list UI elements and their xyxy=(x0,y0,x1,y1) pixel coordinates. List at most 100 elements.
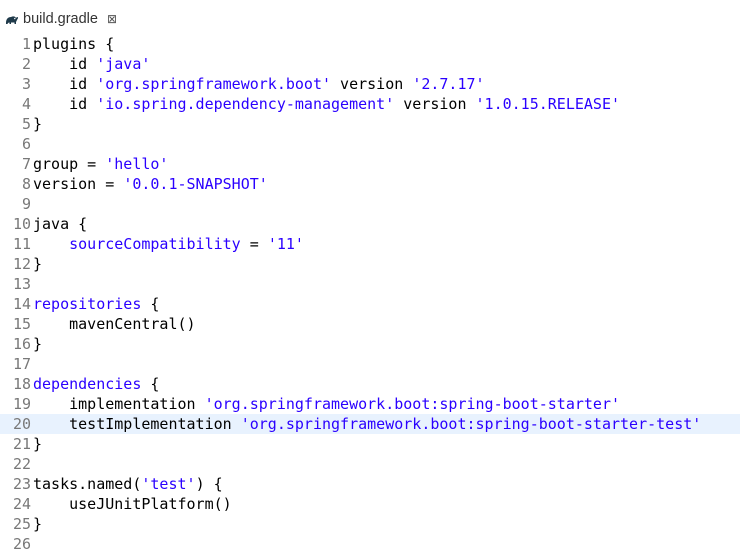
code-line[interactable]: 3 id 'org.springframework.boot' version … xyxy=(0,74,740,94)
code-text: sourceCompatibility = '11' xyxy=(33,234,304,254)
line-number: 22 xyxy=(12,455,31,473)
code-text: group = 'hello' xyxy=(33,154,168,174)
tab-build-gradle[interactable]: build.gradle ⊠ xyxy=(0,4,135,34)
code-line[interactable]: 17 xyxy=(0,354,740,374)
code-token: id xyxy=(33,75,97,93)
line-number: 7 xyxy=(21,155,31,173)
line-number: 5 xyxy=(21,115,31,133)
string-token: 'hello' xyxy=(105,155,169,173)
code-text: dependencies { xyxy=(33,374,159,394)
close-icon[interactable]: ⊠ xyxy=(107,13,117,25)
string-token: 'org.springframework.boot:spring-boot-st… xyxy=(204,395,621,413)
code-token: } xyxy=(33,335,43,353)
code-text: } xyxy=(33,114,42,134)
string-token: 'test' xyxy=(141,475,196,493)
code-token: id xyxy=(33,95,97,113)
code-text: mavenCentral() xyxy=(33,314,196,334)
code-line[interactable]: 8 version = '0.0.1-SNAPSHOT' xyxy=(0,174,740,194)
string-token: sourceCompatibility xyxy=(33,235,241,253)
line-number: 3 xyxy=(21,75,31,93)
editor-tab-bar: build.gradle ⊠ xyxy=(0,0,740,34)
line-number: 1 xyxy=(21,35,31,53)
code-line[interactable]: 9 xyxy=(0,194,740,214)
line-number: 23 xyxy=(12,475,31,493)
code-text: id 'io.spring.dependency-management' ver… xyxy=(33,94,620,114)
code-token: version = xyxy=(33,175,124,193)
line-number: 11 xyxy=(12,235,31,253)
code-token: group = xyxy=(33,155,106,173)
code-text: id 'java' xyxy=(33,54,150,74)
code-line[interactable]: 20 testImplementation 'org.springframewo… xyxy=(0,414,740,434)
code-line[interactable]: 23 tasks.named('test') { xyxy=(0,474,740,494)
code-token: useJUnitPlatform() xyxy=(33,495,232,513)
code-token: mavenCentral() xyxy=(33,315,196,333)
string-token: '2.7.17' xyxy=(412,75,485,93)
gradle-elephant-icon xyxy=(4,11,20,27)
string-token: '11' xyxy=(267,235,304,253)
code-token: version xyxy=(394,95,476,113)
line-number: 21 xyxy=(12,435,31,453)
string-token: '1.0.15.RELEASE' xyxy=(475,95,621,113)
code-text: version = '0.0.1-SNAPSHOT' xyxy=(33,174,268,194)
line-number: 2 xyxy=(21,55,31,73)
line-number: 26 xyxy=(12,535,31,553)
code-line[interactable]: 22 xyxy=(0,454,740,474)
code-token: { xyxy=(141,295,160,313)
code-line[interactable]: 19 implementation 'org.springframework.b… xyxy=(0,394,740,414)
code-text: repositories { xyxy=(33,294,159,314)
code-line[interactable]: 2 id 'java' xyxy=(0,54,740,74)
code-editor[interactable]: 1 plugins {2 id 'java' 3 id 'org.springfra… xyxy=(0,33,740,555)
code-line[interactable]: 15 mavenCentral() xyxy=(0,314,740,334)
code-token: ) { xyxy=(195,475,223,493)
code-line[interactable]: 6 xyxy=(0,134,740,154)
code-line[interactable]: 13 xyxy=(0,274,740,294)
code-line[interactable]: 12} xyxy=(0,254,740,274)
line-number: 16 xyxy=(12,335,31,353)
code-text: } xyxy=(33,334,42,354)
code-line[interactable]: 11 sourceCompatibility = '11' xyxy=(0,234,740,254)
code-token: testImplementation xyxy=(33,415,241,433)
line-number: 18 xyxy=(12,375,31,393)
code-text: id 'org.springframework.boot' version '2… xyxy=(33,74,485,94)
code-line[interactable]: 5} xyxy=(0,114,740,134)
code-line[interactable]: 18 dependencies { xyxy=(0,374,740,394)
line-number: 17 xyxy=(12,355,31,373)
line-number: 4 xyxy=(21,95,31,113)
code-token: version xyxy=(331,75,413,93)
line-number: 15 xyxy=(12,315,31,333)
code-text: tasks.named('test') { xyxy=(33,474,223,494)
code-token: java { xyxy=(33,215,88,233)
line-number: 19 xyxy=(12,395,31,413)
string-token: dependencies xyxy=(33,375,142,393)
code-text: implementation 'org.springframework.boot… xyxy=(33,394,620,414)
line-number: 6 xyxy=(21,135,31,153)
code-line[interactable]: 10 java { xyxy=(0,214,740,234)
line-number: 13 xyxy=(12,275,31,293)
code-line[interactable]: 1 plugins { xyxy=(0,34,740,54)
code-token: } xyxy=(33,435,43,453)
string-token: '0.0.1-SNAPSHOT' xyxy=(123,175,268,193)
tab-title: build.gradle xyxy=(23,11,98,27)
code-text: java { xyxy=(33,214,87,234)
code-token: { xyxy=(141,375,160,393)
line-number: 14 xyxy=(12,295,31,313)
line-number: 24 xyxy=(12,495,31,513)
string-token: repositories xyxy=(33,295,142,313)
code-token: } xyxy=(33,115,43,133)
string-token: 'java' xyxy=(96,55,151,73)
code-token: = xyxy=(240,235,268,253)
string-token: 'io.spring.dependency-management' xyxy=(96,95,395,113)
code-token: tasks.named( xyxy=(33,475,142,493)
code-line[interactable]: 21} xyxy=(0,434,740,454)
code-line[interactable]: 24 useJUnitPlatform() xyxy=(0,494,740,514)
code-token: implementation xyxy=(33,395,205,413)
code-token: id xyxy=(33,55,97,73)
code-line[interactable]: 26 xyxy=(0,534,740,554)
code-line[interactable]: 25} xyxy=(0,514,740,534)
code-line[interactable]: 16} xyxy=(0,334,740,354)
code-line[interactable]: 4 id 'io.spring.dependency-management' v… xyxy=(0,94,740,114)
code-line[interactable]: 7 group = 'hello' xyxy=(0,154,740,174)
code-text: testImplementation 'org.springframework.… xyxy=(33,414,701,434)
line-number: 25 xyxy=(12,515,31,533)
code-line[interactable]: 14 repositories { xyxy=(0,294,740,314)
